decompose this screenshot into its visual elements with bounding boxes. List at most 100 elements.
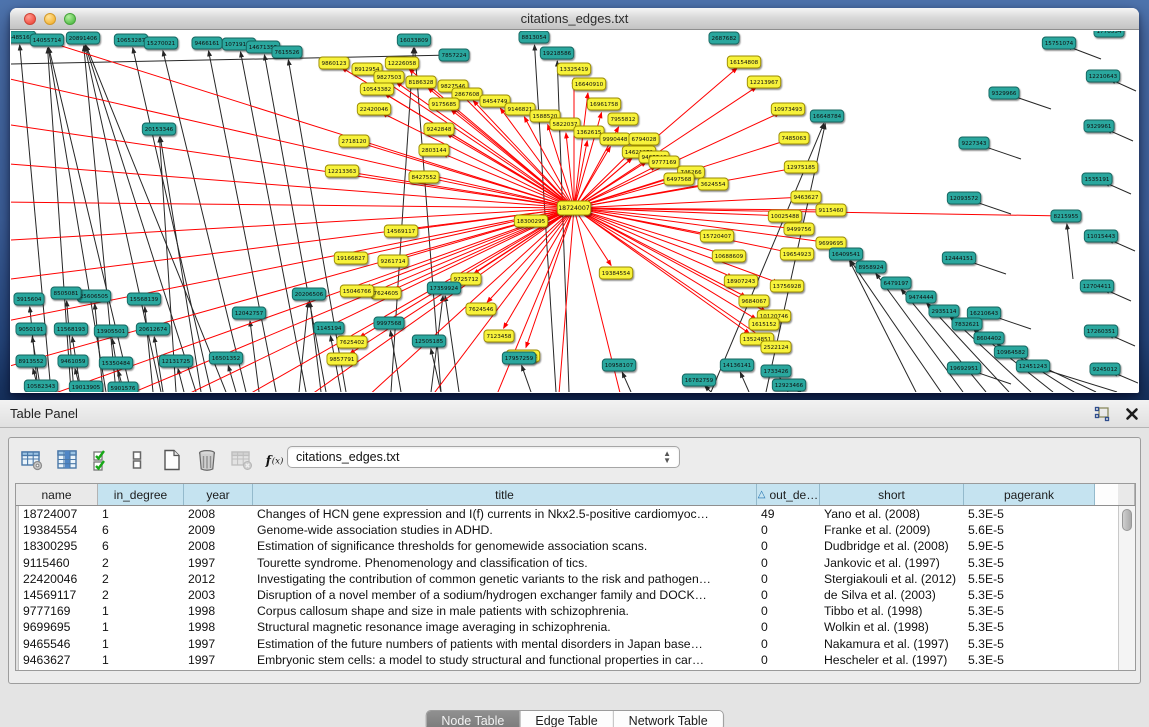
column-header-out_degree[interactable]: △out_de… <box>757 484 820 505</box>
graph-node[interactable]: 19013905 <box>69 381 102 392</box>
graph-node[interactable]: 9990448 <box>600 133 630 145</box>
graph-node[interactable]: 16210643 <box>967 307 1000 319</box>
graph-node[interactable]: 16033809 <box>397 34 430 46</box>
graph-node[interactable]: 15568139 <box>127 293 160 305</box>
table-scrollbar[interactable] <box>1118 506 1135 670</box>
graph-node[interactable]: 12131725 <box>159 355 192 367</box>
graph-node[interactable]: 20153346 <box>142 123 175 135</box>
graph-node[interactable]: 1145194 <box>314 322 344 334</box>
graph-node[interactable]: 22420046 <box>357 103 390 115</box>
graph-node[interactable]: 13756928 <box>770 280 803 292</box>
graph-node[interactable]: 9463627 <box>791 191 821 203</box>
graph-node[interactable]: 10025488 <box>768 210 801 222</box>
graph-node[interactable]: 2687682 <box>709 32 739 44</box>
graph-node[interactable]: 9827503 <box>374 71 404 83</box>
graph-node[interactable]: 7857224 <box>439 49 469 61</box>
table-row[interactable]: 946362711997Embryonic stem cells: a mode… <box>16 652 1135 668</box>
graph-node[interactable]: 16961758 <box>587 98 620 110</box>
table-row[interactable]: 1456911722003Disruption of a novel membe… <box>16 587 1135 603</box>
graph-node[interactable]: 8604402 <box>974 332 1004 344</box>
graph-node[interactable]: 17260351 <box>1084 325 1117 337</box>
graph-node[interactable]: 3915604 <box>14 293 44 305</box>
graph-node[interactable]: 20891406 <box>66 32 99 44</box>
graph-node[interactable]: 7624546 <box>466 303 496 315</box>
tab-network-table[interactable]: Network Table <box>613 711 723 727</box>
graph-node[interactable]: 16782759 <box>682 374 715 386</box>
graph-node[interactable]: 9245012 <box>1090 363 1120 375</box>
minimize-window-icon[interactable] <box>44 13 56 25</box>
graph-node[interactable]: 14136141 <box>720 359 753 371</box>
graph-node[interactable]: 9329966 <box>989 87 1019 99</box>
graph-node[interactable]: 12704411 <box>1080 280 1113 292</box>
graph-node[interactable]: 20612674 <box>136 323 169 335</box>
graph-node[interactable]: 1615152 <box>749 318 779 330</box>
graph-node[interactable]: 7123458 <box>484 330 514 342</box>
graph-node[interactable]: 11015443 <box>1084 230 1117 242</box>
graph-node[interactable]: 9860123 <box>319 57 349 69</box>
tab-node-table[interactable]: Node Table <box>426 711 519 727</box>
graph-node[interactable]: 2718120 <box>339 135 369 147</box>
graph-node[interactable]: 15720407 <box>700 230 733 242</box>
table-row[interactable]: 1872400712008Changes of HCN gene express… <box>16 506 1135 522</box>
graph-node[interactable]: 9329961 <box>1084 120 1114 132</box>
graph-node[interactable]: 9115460 <box>816 204 846 216</box>
graph-node[interactable]: 9997568 <box>374 317 404 329</box>
graph-node[interactable]: 9499756 <box>784 223 814 235</box>
graph-node[interactable]: 8813054 <box>519 31 549 43</box>
graph-node[interactable]: 19654923 <box>780 248 813 260</box>
graph-node[interactable]: 10543382 <box>360 83 393 95</box>
graph-node[interactable]: 9242848 <box>424 123 454 135</box>
graph-node[interactable]: 8427552 <box>409 171 439 183</box>
graph-node[interactable]: 7832621 <box>952 318 982 330</box>
graph-node[interactable]: 8958924 <box>856 261 886 273</box>
graph-node[interactable]: 14569117 <box>384 225 417 237</box>
table-row[interactable]: 977716911998Corpus callosum shape and si… <box>16 603 1135 619</box>
tab-edge-table[interactable]: Edge Table <box>519 711 612 727</box>
graph-node[interactable]: 12451243 <box>1016 360 1049 372</box>
graph-node[interactable]: 9474444 <box>906 291 936 303</box>
graph-node[interactable]: 1733426 <box>761 365 791 377</box>
graph-node[interactable]: 12093572 <box>947 192 980 204</box>
graph-node[interactable]: 15350484 <box>99 357 132 369</box>
graph-node[interactable]: 19384554 <box>599 267 632 279</box>
graph-node[interactable]: 8186328 <box>406 76 436 88</box>
graph-node[interactable]: 15270021 <box>144 37 177 49</box>
graph-node[interactable]: 9261714 <box>378 255 408 267</box>
graph-node[interactable]: 1770554 <box>1094 31 1124 37</box>
table-row[interactable]: 2242004622012Investigating the contribut… <box>16 571 1135 587</box>
graph-node[interactable]: 2935114 <box>929 305 959 317</box>
graph-node[interactable]: 2522124 <box>761 341 791 353</box>
graph-node[interactable]: 9777169 <box>649 156 679 168</box>
graph-node[interactable]: 8215955 <box>1051 210 1081 222</box>
graph-node[interactable]: 12213363 <box>325 165 358 177</box>
graph-node[interactable]: 12505185 <box>412 335 445 347</box>
graph-node[interactable]: 19692951 <box>947 362 980 374</box>
rows-icon[interactable] <box>124 447 150 473</box>
column-header-short[interactable]: short <box>820 484 964 505</box>
network-graph-canvas[interactable]: 9860123891295412226058982750310543382818… <box>11 31 1138 392</box>
new-document-icon[interactable] <box>159 447 185 473</box>
close-panel-icon[interactable] <box>1123 405 1141 423</box>
graph-node[interactable]: 17957259 <box>502 352 535 364</box>
table-row[interactable]: 1938455462009Genome-wide association stu… <box>16 522 1135 538</box>
close-window-icon[interactable] <box>24 13 36 25</box>
graph-node[interactable]: 16501352 <box>209 352 242 364</box>
graph-node[interactable]: 20206506 <box>292 288 325 300</box>
graph-node[interactable]: 7625402 <box>337 336 367 348</box>
graph-node[interactable]: 18724007 <box>557 201 590 215</box>
table-row[interactable]: 946554611997Estimation of the future num… <box>16 636 1135 652</box>
show-columns-icon[interactable] <box>54 447 80 473</box>
graph-node[interactable]: 9227343 <box>959 137 989 149</box>
import-table-disabled-icon[interactable] <box>229 447 255 473</box>
graph-node[interactable]: 10958107 <box>602 359 635 371</box>
graph-node[interactable]: 9461059 <box>58 355 88 367</box>
graph-node[interactable]: 12210643 <box>1086 70 1119 82</box>
graph-node[interactable]: 9175685 <box>429 98 459 110</box>
graph-node[interactable]: 12213967 <box>747 76 780 88</box>
graph-node[interactable]: 14055714 <box>30 34 63 46</box>
graph-node[interactable]: 11568193 <box>54 323 87 335</box>
graph-node[interactable]: 19166827 <box>334 252 367 264</box>
zoom-window-icon[interactable] <box>64 13 76 25</box>
graph-node[interactable]: 16409541 <box>829 248 862 260</box>
graph-node[interactable]: 5901576 <box>108 382 138 392</box>
